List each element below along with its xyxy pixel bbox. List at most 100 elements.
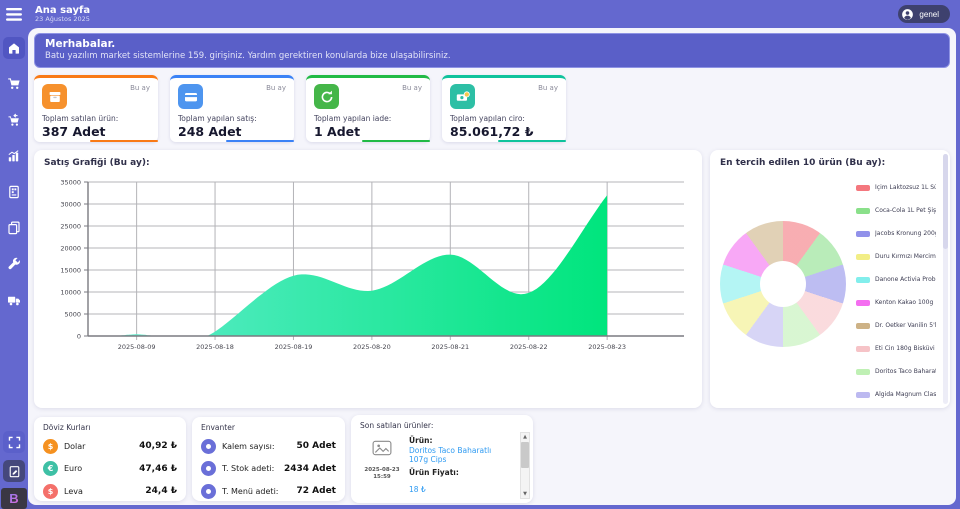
currency-name: Leva — [64, 487, 83, 496]
legend-label: Duru Kırmızı Mercimek ... — [875, 253, 936, 260]
scroll-down-icon[interactable]: ▼ — [523, 490, 527, 498]
person-icon — [901, 8, 914, 21]
scroll-track[interactable] — [521, 441, 529, 490]
inventory-row: T. Stok adeti: 2434 Adet — [201, 458, 336, 481]
legend-item[interactable]: Duru Kırmızı Mercimek ... — [856, 245, 936, 268]
stat-label: Toplam yapılan satış: — [178, 114, 286, 123]
currency-name: Euro — [64, 464, 82, 473]
sidebar: B — [0, 28, 28, 509]
legend-label: Doritos Taco Baharatlı... — [875, 368, 936, 375]
stat-accent-line — [226, 140, 294, 142]
stat-accent-line — [90, 140, 158, 142]
recycle-icon — [314, 84, 339, 109]
page-heading: Ana sayfa 23 Ağustos 2025 — [35, 5, 90, 24]
period-badge: Bu ay — [538, 84, 558, 92]
legend-item[interactable]: Coca-Cola 1L Pet Şişe — [856, 199, 936, 222]
legend-label: Kenton Kakao 100g — [875, 299, 933, 306]
legend-swatch — [856, 323, 870, 329]
stat-value: 387 Adet — [42, 124, 150, 139]
picture-icon — [372, 440, 392, 456]
inventory-card: Envanter Kalem sayısı: 50 Adet T. Stok a… — [192, 417, 345, 501]
legend-item[interactable]: Algida Magnum Classic ... — [856, 383, 936, 406]
sidebar-item-copy[interactable] — [3, 217, 25, 239]
currency-value: 40,92 ₺ — [139, 441, 177, 451]
stat-value: 248 Adet — [178, 124, 286, 139]
notes-button[interactable] — [3, 460, 25, 482]
home-icon — [7, 41, 21, 55]
legend-swatch — [856, 369, 870, 375]
welcome-message: Batu yazılım market sistemlerine 159. gi… — [45, 51, 939, 61]
legend-swatch — [856, 277, 870, 283]
product-link[interactable]: Doritos Taco Baharatlı 107g Cips — [409, 446, 511, 464]
lev-icon: $ — [43, 484, 58, 499]
legend-item[interactable]: Dr. Oetker Vanilin 5'l... — [856, 314, 936, 337]
svg-text:2025-08-22: 2025-08-22 — [510, 343, 548, 351]
legend-swatch — [856, 300, 870, 306]
svg-text:20000: 20000 — [60, 245, 81, 253]
scrollbar-thumb[interactable] — [943, 154, 948, 249]
menu-icon[interactable] — [0, 0, 28, 28]
shopping-cart-icon — [7, 77, 21, 91]
legend-label: Eti Cin 180g Bisküvi — [875, 345, 935, 352]
sidebar-item-returns[interactable] — [3, 109, 25, 131]
sidebar-item-statistics[interactable] — [3, 145, 25, 167]
legend-label: Algida Magnum Classic ... — [875, 391, 936, 398]
welcome-title: Merhabalar. — [45, 38, 939, 50]
stat-label: Toplam yapılan iade: — [314, 114, 422, 123]
inventory-value: 50 Adet — [297, 441, 336, 451]
sidebar-item-sales[interactable] — [3, 73, 25, 95]
return-cart-icon — [7, 113, 21, 127]
inventory-title: Envanter — [201, 423, 336, 432]
legend-item[interactable]: İçim Laktozsuz 1L Süt — [856, 176, 936, 199]
currency-value: 47,46 ₺ — [139, 464, 177, 474]
sales-chart-card: Satış Grafiği (Bu ay): 05000100001500020… — [34, 150, 702, 408]
stat-value: 85.061,72 ₺ — [450, 124, 558, 139]
fullscreen-button[interactable] — [3, 431, 25, 453]
donut-hole — [760, 261, 806, 307]
inventory-row: Kalem sayısı: 50 Adet — [201, 435, 336, 458]
legend-swatch — [856, 346, 870, 352]
legend-swatch — [856, 208, 870, 214]
brand-logo[interactable]: B — [1, 488, 27, 509]
stat-card-returns: Bu ay Toplam yapılan iade: 1 Adet — [306, 75, 430, 142]
sidebar-item-products[interactable] — [3, 181, 25, 203]
inventory-label: T. Stok adeti: — [222, 464, 274, 473]
currency-row: $ Leva 24,4 ₺ — [43, 480, 177, 503]
legend-item[interactable]: Eti Cin 180g Bisküvi — [856, 337, 936, 360]
svg-text:0: 0 — [77, 333, 81, 341]
stat-card-sales: Bu ay Toplam yapılan satış: 248 Adet — [170, 75, 294, 142]
legend-label: Danone Activia Probiyo... — [875, 276, 936, 283]
legend-item[interactable]: Doritos Taco Baharatlı... — [856, 360, 936, 383]
top-products-donut — [720, 221, 846, 347]
scrollbar-thumb[interactable] — [521, 442, 529, 468]
bullet-icon — [201, 439, 216, 454]
sidebar-item-suppliers[interactable] — [3, 289, 25, 311]
legend-label: Jacobs Kronung 200g Ka... — [875, 230, 936, 237]
stat-cards-row: Bu ay Toplam satılan ürün: 387 Adet Bu a… — [34, 75, 950, 142]
legend-label: Dr. Oetker Vanilin 5'l... — [875, 322, 936, 329]
svg-text:25000: 25000 — [60, 223, 81, 231]
copy-icon — [7, 221, 21, 235]
product-label: Ürün: — [409, 436, 511, 445]
currency-row: € Euro 47,46 ₺ — [43, 458, 177, 481]
sidebar-item-home[interactable] — [3, 37, 25, 59]
price-label: Ürün Fiyatı: — [409, 468, 511, 477]
legend-item[interactable]: Kenton Kakao 100g — [856, 291, 936, 314]
svg-text:2025-08-20: 2025-08-20 — [353, 343, 391, 351]
euro-icon: € — [43, 461, 58, 476]
money-icon — [450, 84, 475, 109]
stat-label: Toplam satılan ürün: — [42, 114, 150, 123]
last-sold-thumb: 2025-08-23 15:59 — [360, 433, 404, 496]
list-scrollbar[interactable]: ▲ ▼ — [520, 432, 530, 499]
svg-text:2025-08-19: 2025-08-19 — [275, 343, 313, 351]
price-link[interactable]: 18 ₺ — [409, 485, 426, 494]
scroll-up-icon[interactable]: ▲ — [523, 433, 527, 441]
last-sold-timestamp: 2025-08-23 15:59 — [360, 467, 404, 482]
panel-scrollbar[interactable] — [943, 154, 948, 404]
legend-item[interactable]: Jacobs Kronung 200g Ka... — [856, 222, 936, 245]
legend-item[interactable]: Danone Activia Probiyo... — [856, 268, 936, 291]
sidebar-item-settings[interactable] — [3, 253, 25, 275]
user-menu-button[interactable]: genel — [898, 5, 950, 23]
last-sold-card: Son satılan ürünler: 2025-08-23 15:59 Ür… — [351, 415, 533, 503]
inventory-row: T. Menü adeti: 72 Adet — [201, 480, 336, 503]
